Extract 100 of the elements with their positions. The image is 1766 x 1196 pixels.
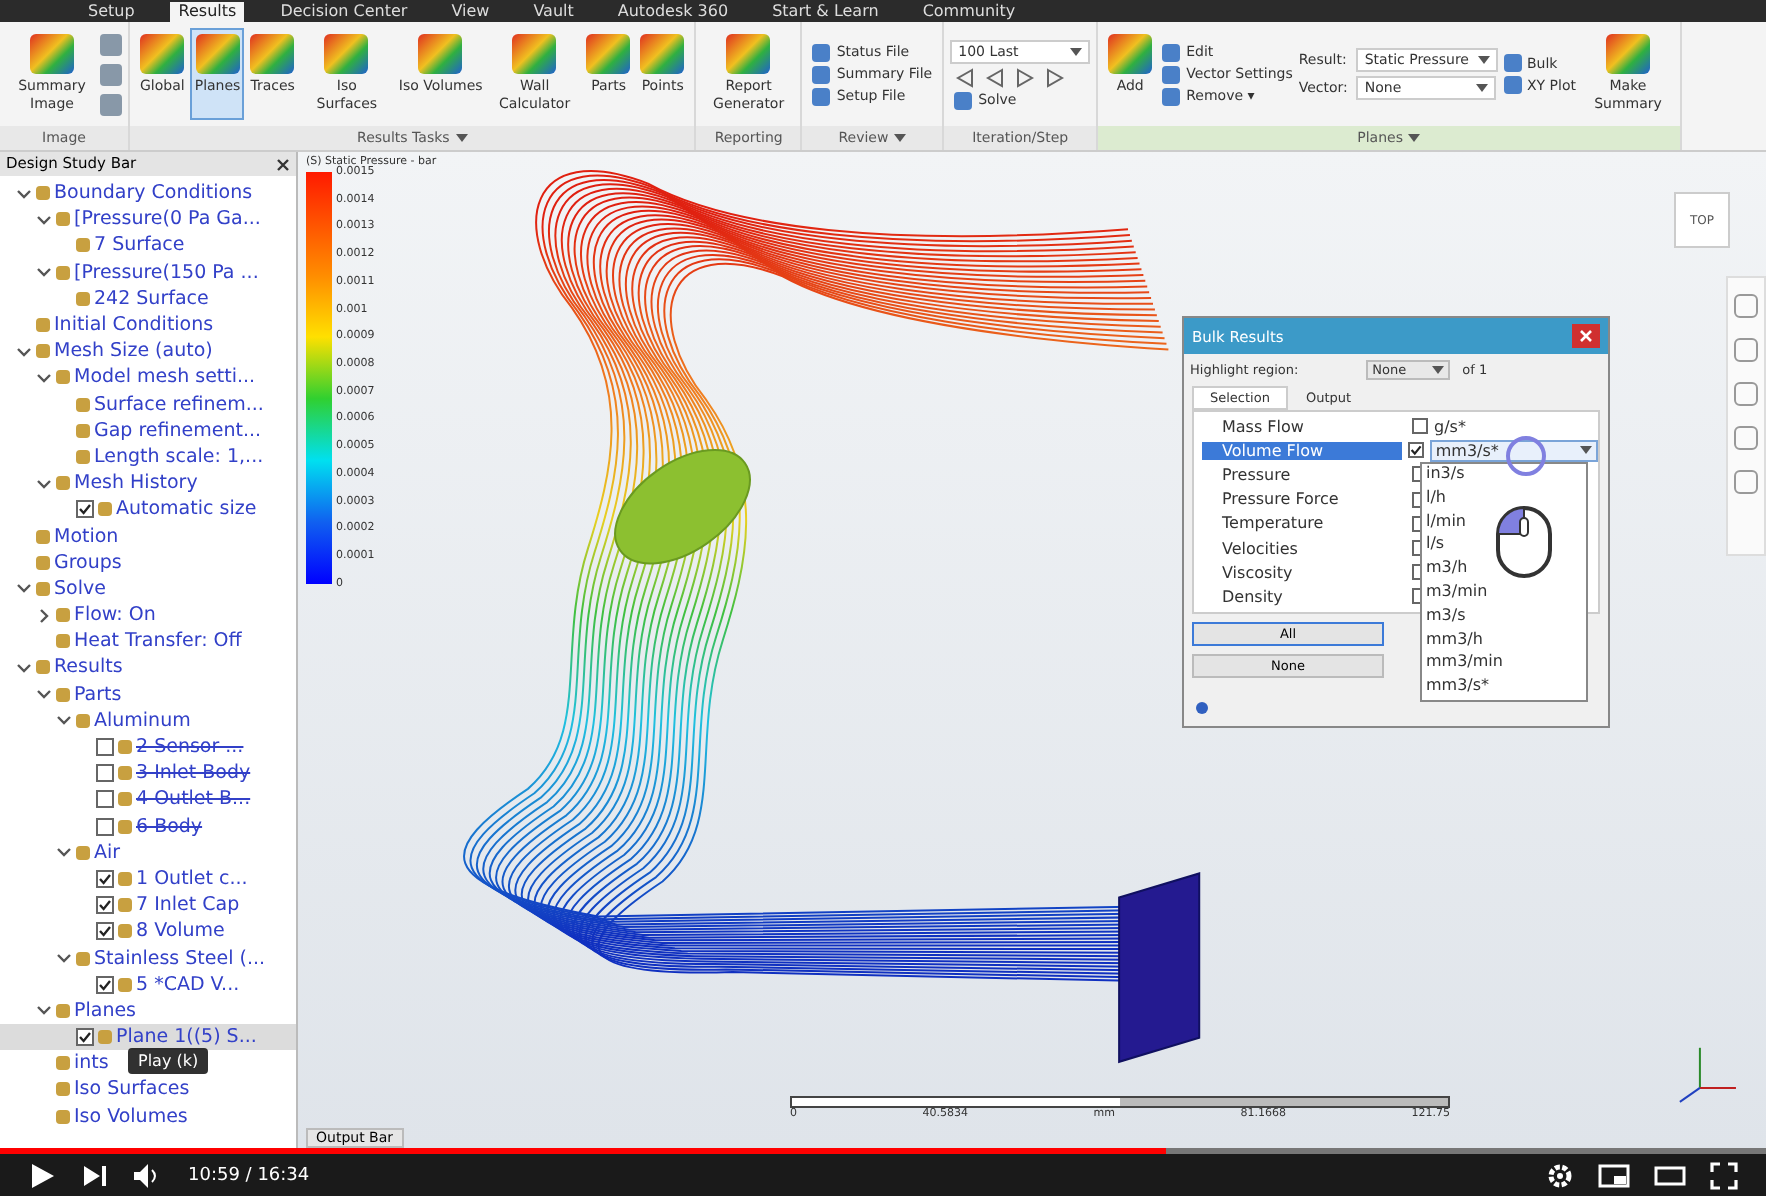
tree-item[interactable]: 8 Volume (0, 918, 296, 945)
close-icon[interactable] (276, 157, 290, 171)
checkbox[interactable] (96, 975, 114, 994)
checkbox[interactable] (1412, 418, 1428, 435)
unit-option[interactable]: mm3/h (1422, 629, 1586, 653)
nav-tool-icon[interactable] (1734, 426, 1758, 450)
step-icon[interactable] (954, 67, 977, 87)
chevron-icon[interactable] (16, 185, 32, 202)
next-icon[interactable] (80, 1161, 108, 1189)
tree-item[interactable]: [Pressure(0 Pa Ga... (0, 206, 296, 233)
tree-item[interactable]: Mesh Size (auto) (0, 338, 296, 365)
ribbon-tab[interactable]: View (443, 1, 498, 21)
checkbox[interactable] (1407, 442, 1424, 459)
tree-item[interactable]: Heat Transfer: Off (0, 628, 296, 655)
checkbox[interactable] (96, 896, 114, 915)
quantity-item[interactable]: Mass Flow (1202, 417, 1406, 436)
tree-item[interactable]: Air (0, 839, 296, 866)
step-icon[interactable] (1014, 67, 1037, 87)
quantity-item[interactable]: Pressure (1202, 465, 1406, 484)
quantity-item[interactable]: Viscosity (1202, 563, 1406, 582)
ribbon-tab[interactable]: Decision Center (272, 1, 416, 21)
quantity-item[interactable]: Volume Flow (1202, 441, 1402, 460)
tree-item[interactable]: Groups (0, 549, 296, 576)
tree-item[interactable]: Boundary Conditions (0, 180, 296, 207)
tree-item[interactable]: 242 Surface (0, 285, 296, 312)
tree-item[interactable]: [Pressure(150 Pa ... (0, 259, 296, 286)
unit-option[interactable]: mm3/s* (1422, 676, 1586, 700)
unit-option[interactable]: l/s (1422, 534, 1586, 559)
quantity-item[interactable]: Velocities (1202, 539, 1406, 558)
fullscreen-icon[interactable] (1710, 1161, 1738, 1189)
quantity-item[interactable]: Temperature (1202, 514, 1406, 533)
help-icon[interactable] (1196, 702, 1208, 714)
tree-item[interactable]: 7 Inlet Cap (0, 892, 296, 919)
step-icon[interactable] (984, 67, 1007, 87)
tree-item[interactable]: Initial Conditions (0, 311, 296, 339)
tree-item[interactable]: Solve (0, 575, 296, 602)
nav-tool-icon[interactable] (1734, 294, 1758, 318)
tree-item[interactable]: Model mesh setti... (0, 364, 296, 391)
chevron-icon[interactable] (36, 369, 52, 386)
tree-item[interactable]: Mesh History (0, 470, 296, 497)
step-icon[interactable] (1044, 67, 1067, 87)
ribbon-tab[interactable]: Start & Learn (764, 1, 887, 21)
quantity-item[interactable]: Density (1202, 587, 1406, 606)
tree-item[interactable]: Results (0, 654, 296, 682)
tree-item[interactable]: Plane 1((5) S... (0, 1024, 296, 1051)
play-icon[interactable] (28, 1161, 56, 1189)
ribbon-tab[interactable]: Setup (80, 1, 143, 21)
chevron-icon[interactable] (16, 580, 32, 597)
theater-icon[interactable] (1654, 1163, 1686, 1187)
ribbon-tab[interactable]: Autodesk 360 (609, 1, 737, 21)
chevron-icon[interactable] (36, 607, 52, 624)
ribbon-tab[interactable]: Vault (525, 1, 582, 21)
unit-option[interactable]: l/h (1422, 487, 1586, 512)
settings-icon[interactable] (1546, 1161, 1574, 1189)
checkbox[interactable] (76, 1028, 94, 1047)
tree-item[interactable]: Automatic size (0, 496, 296, 523)
tree-item[interactable]: Flow: On (0, 602, 296, 629)
checkbox[interactable] (76, 500, 94, 519)
checkbox[interactable] (96, 922, 114, 941)
tree-item[interactable]: 4 Outlet B... (0, 786, 296, 813)
chevron-icon[interactable] (36, 264, 52, 281)
checkbox[interactable] (96, 817, 114, 836)
nav-tool-icon[interactable] (1734, 382, 1758, 406)
miniplayer-icon[interactable] (1598, 1163, 1630, 1187)
chevron-icon[interactable] (36, 686, 52, 703)
chevron-icon[interactable] (36, 211, 52, 228)
tree-item[interactable]: Length scale: 1,... (0, 443, 296, 471)
chevron-icon[interactable] (16, 659, 32, 676)
nav-tool-icon[interactable] (1734, 338, 1758, 362)
tree-item[interactable]: 6 Body (0, 813, 296, 840)
progress-track[interactable] (0, 1148, 1766, 1154)
tree-item[interactable]: 2 Sensor ... (0, 733, 296, 761)
tree-item[interactable]: Planes (0, 997, 296, 1024)
unit-option[interactable]: mm3/min (1422, 652, 1586, 677)
checkbox[interactable] (96, 869, 114, 888)
tree-item[interactable]: Motion (0, 522, 296, 550)
image-tool-icon[interactable] (100, 63, 122, 85)
unit-option[interactable]: m3/h (1422, 558, 1586, 582)
quantity-item[interactable]: Pressure Force (1202, 490, 1406, 509)
image-tool-icon[interactable] (100, 33, 122, 55)
tree-item[interactable]: 5 *CAD V... (0, 971, 296, 998)
unit-option[interactable]: m3/min (1422, 581, 1586, 606)
chevron-icon[interactable] (56, 950, 72, 967)
unit-option[interactable]: in3/s (1422, 464, 1586, 488)
ribbon-tab[interactable]: Results (170, 1, 245, 21)
checkbox[interactable] (96, 738, 114, 757)
checkbox[interactable] (96, 764, 114, 783)
chevron-icon[interactable] (56, 844, 72, 861)
tree-item[interactable]: 3 Inlet Body (0, 760, 296, 787)
chevron-icon[interactable] (56, 712, 72, 729)
tree-item[interactable]: Iso Volumes (0, 1103, 296, 1130)
tree-item[interactable]: Aluminum (0, 707, 296, 734)
chevron-icon[interactable] (36, 475, 52, 492)
nav-tool-icon[interactable] (1734, 470, 1758, 494)
image-tool-icon[interactable] (100, 93, 122, 115)
tree-item[interactable]: 1 Outlet c... (0, 865, 296, 893)
checkbox[interactable] (96, 790, 114, 809)
tree-item[interactable]: Iso Surfaces (0, 1076, 296, 1104)
unit-option[interactable]: l/min (1422, 511, 1586, 535)
unit-dropdown[interactable]: mm3/s* (1429, 439, 1598, 462)
